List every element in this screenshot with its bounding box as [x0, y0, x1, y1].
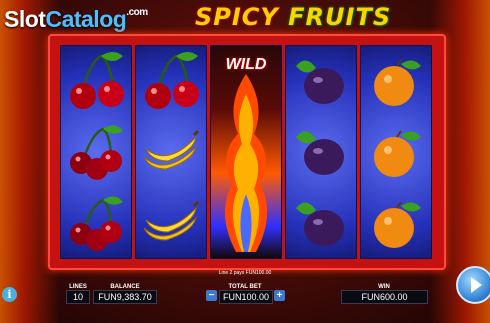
game-logo: SPICY FRUITS [195, 3, 391, 31]
reel-1 [60, 45, 132, 259]
lines-value[interactable]: 10 [66, 290, 90, 304]
cherry-icon [136, 46, 206, 116]
plum-icon [286, 188, 356, 258]
line-win-message: Line 2 pays FUN100.00 [218, 270, 272, 276]
slotcatalog-watermark: SlotCatalog.com [4, 6, 148, 33]
watermark-suffix: .com [126, 7, 148, 18]
cherry-icon [61, 188, 131, 258]
balance-value: FUN9,383.70 [93, 290, 157, 304]
win-value: FUN600.00 [341, 290, 428, 304]
plum-icon [286, 117, 356, 187]
total-bet-value: FUN100.00 [219, 290, 273, 304]
banana-icon [136, 188, 206, 258]
cherry-icon [61, 117, 131, 187]
plum-icon [286, 46, 356, 116]
logo-word-spicy: SPICY [195, 3, 279, 31]
reels-frame: WILD [48, 34, 446, 270]
banana-icon [136, 117, 206, 187]
orange-icon [361, 117, 431, 187]
cherry-icon [61, 46, 131, 116]
wild-label: WILD [225, 56, 267, 73]
logo-word-fruits: FRUITS [288, 3, 392, 31]
bet-decrease-button[interactable]: − [206, 290, 217, 301]
spin-button[interactable] [456, 266, 490, 304]
orange-icon [361, 46, 431, 116]
reel-3-wild: WILD [210, 45, 282, 259]
reel-5 [360, 45, 432, 259]
reel-4 [285, 45, 357, 259]
reel-2 [135, 45, 207, 259]
bet-increase-button[interactable]: + [274, 290, 285, 301]
watermark-catalog: Catalog [45, 6, 127, 32]
wild-fire-icon [224, 74, 268, 252]
info-button[interactable]: i [2, 287, 17, 302]
orange-icon [361, 188, 431, 258]
play-icon [471, 277, 482, 293]
watermark-slot: Slot [4, 6, 46, 32]
